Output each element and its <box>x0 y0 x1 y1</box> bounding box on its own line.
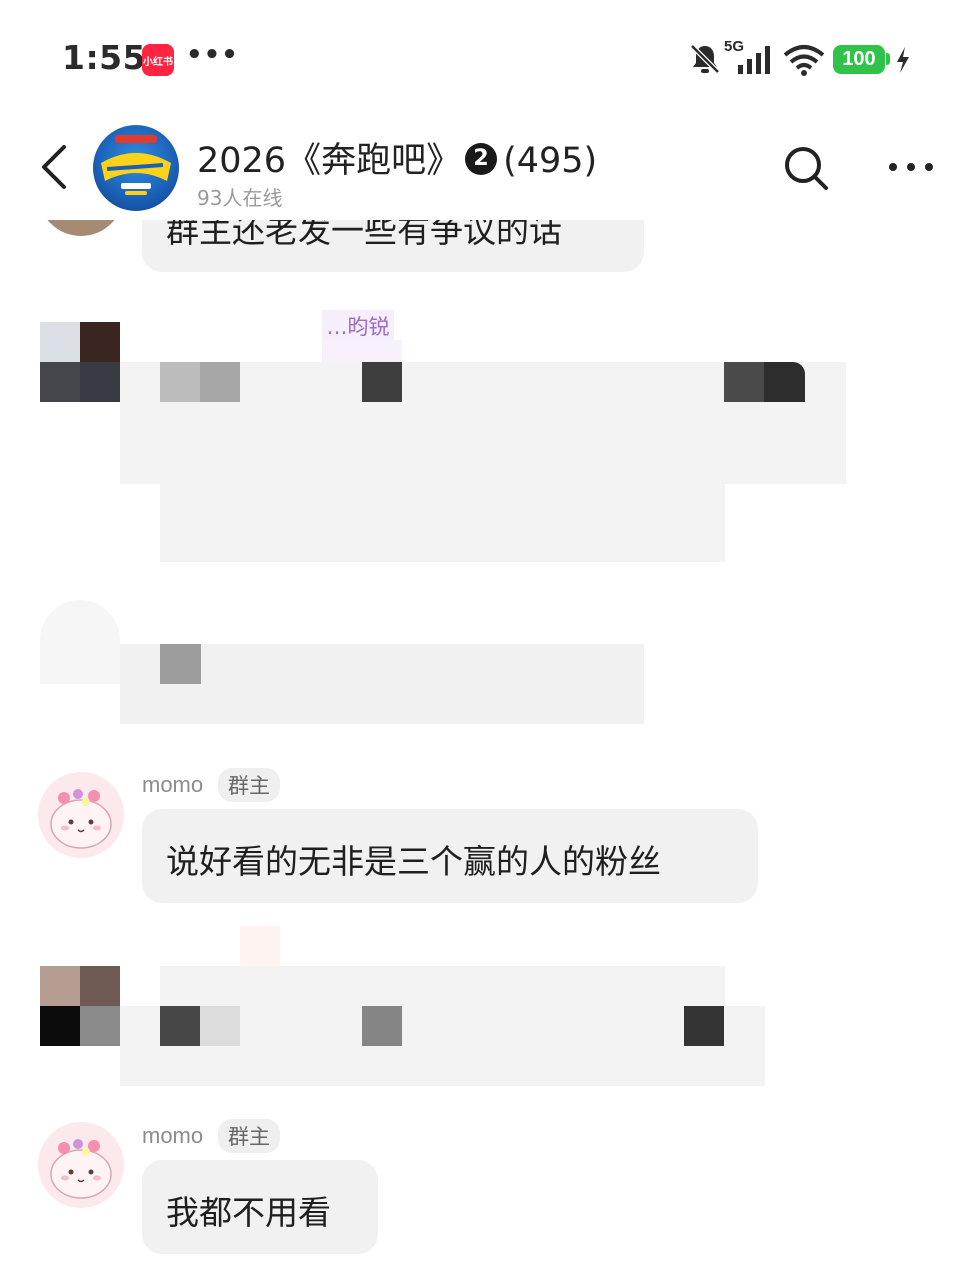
battery-tip <box>886 53 890 65</box>
back-arrow-icon[interactable] <box>38 143 70 191</box>
chat-message-list[interactable]: 群主还老发一些有争议的话 …昀锐 momo 群主 说好看的无非是三个赢的人的粉丝… <box>0 220 977 1280</box>
member-count: (495) <box>503 141 598 181</box>
message-bubble[interactable]: 群主还老发一些有争议的话 <box>142 220 644 272</box>
more-icon[interactable] <box>886 160 936 174</box>
owner-role-tag: 群主 <box>218 768 280 802</box>
owner-role-tag: 群主 <box>218 1119 280 1153</box>
momo-avatar-image <box>38 1122 124 1208</box>
message-text: 说好看的无非是三个赢的人的粉丝 <box>166 842 661 881</box>
signal-strength-icon <box>738 46 770 74</box>
group-title: 2026《奔跑吧》 2 (495) <box>197 132 597 183</box>
group-title-text: 2026《奔跑吧》 <box>197 141 462 181</box>
message-text: 群主还老发一些有争议的话 <box>166 220 562 250</box>
message-bubble[interactable]: 我都不用看 <box>142 1160 378 1254</box>
group-avatar[interactable] <box>93 125 179 211</box>
sender-avatar[interactable] <box>38 220 124 236</box>
running-man-logo-image <box>101 135 171 195</box>
message-text: 我都不用看 <box>166 1193 331 1232</box>
xiaohongshu-app-icon: 小红书 <box>142 44 174 76</box>
momo-avatar-image <box>38 772 124 858</box>
search-icon[interactable] <box>782 144 830 192</box>
wifi-icon <box>783 45 825 76</box>
message-bubble[interactable]: 说好看的无非是三个赢的人的粉丝 <box>142 809 758 903</box>
title-number-badge: 2 <box>465 143 498 175</box>
status-overflow-dots: ••• <box>186 40 239 70</box>
sender-name: momo <box>142 1123 204 1148</box>
online-count: 93人在线 <box>197 186 283 210</box>
redacted-sender-name: …昀锐 <box>322 310 394 344</box>
momo-avatar[interactable] <box>38 772 124 858</box>
battery-level: 100 <box>833 45 885 74</box>
mute-bell-icon <box>690 44 720 74</box>
momo-avatar[interactable] <box>38 1122 124 1208</box>
status-time: 1:55 <box>62 38 147 77</box>
sender-name: momo <box>142 772 204 797</box>
charging-bolt-icon <box>897 47 909 73</box>
